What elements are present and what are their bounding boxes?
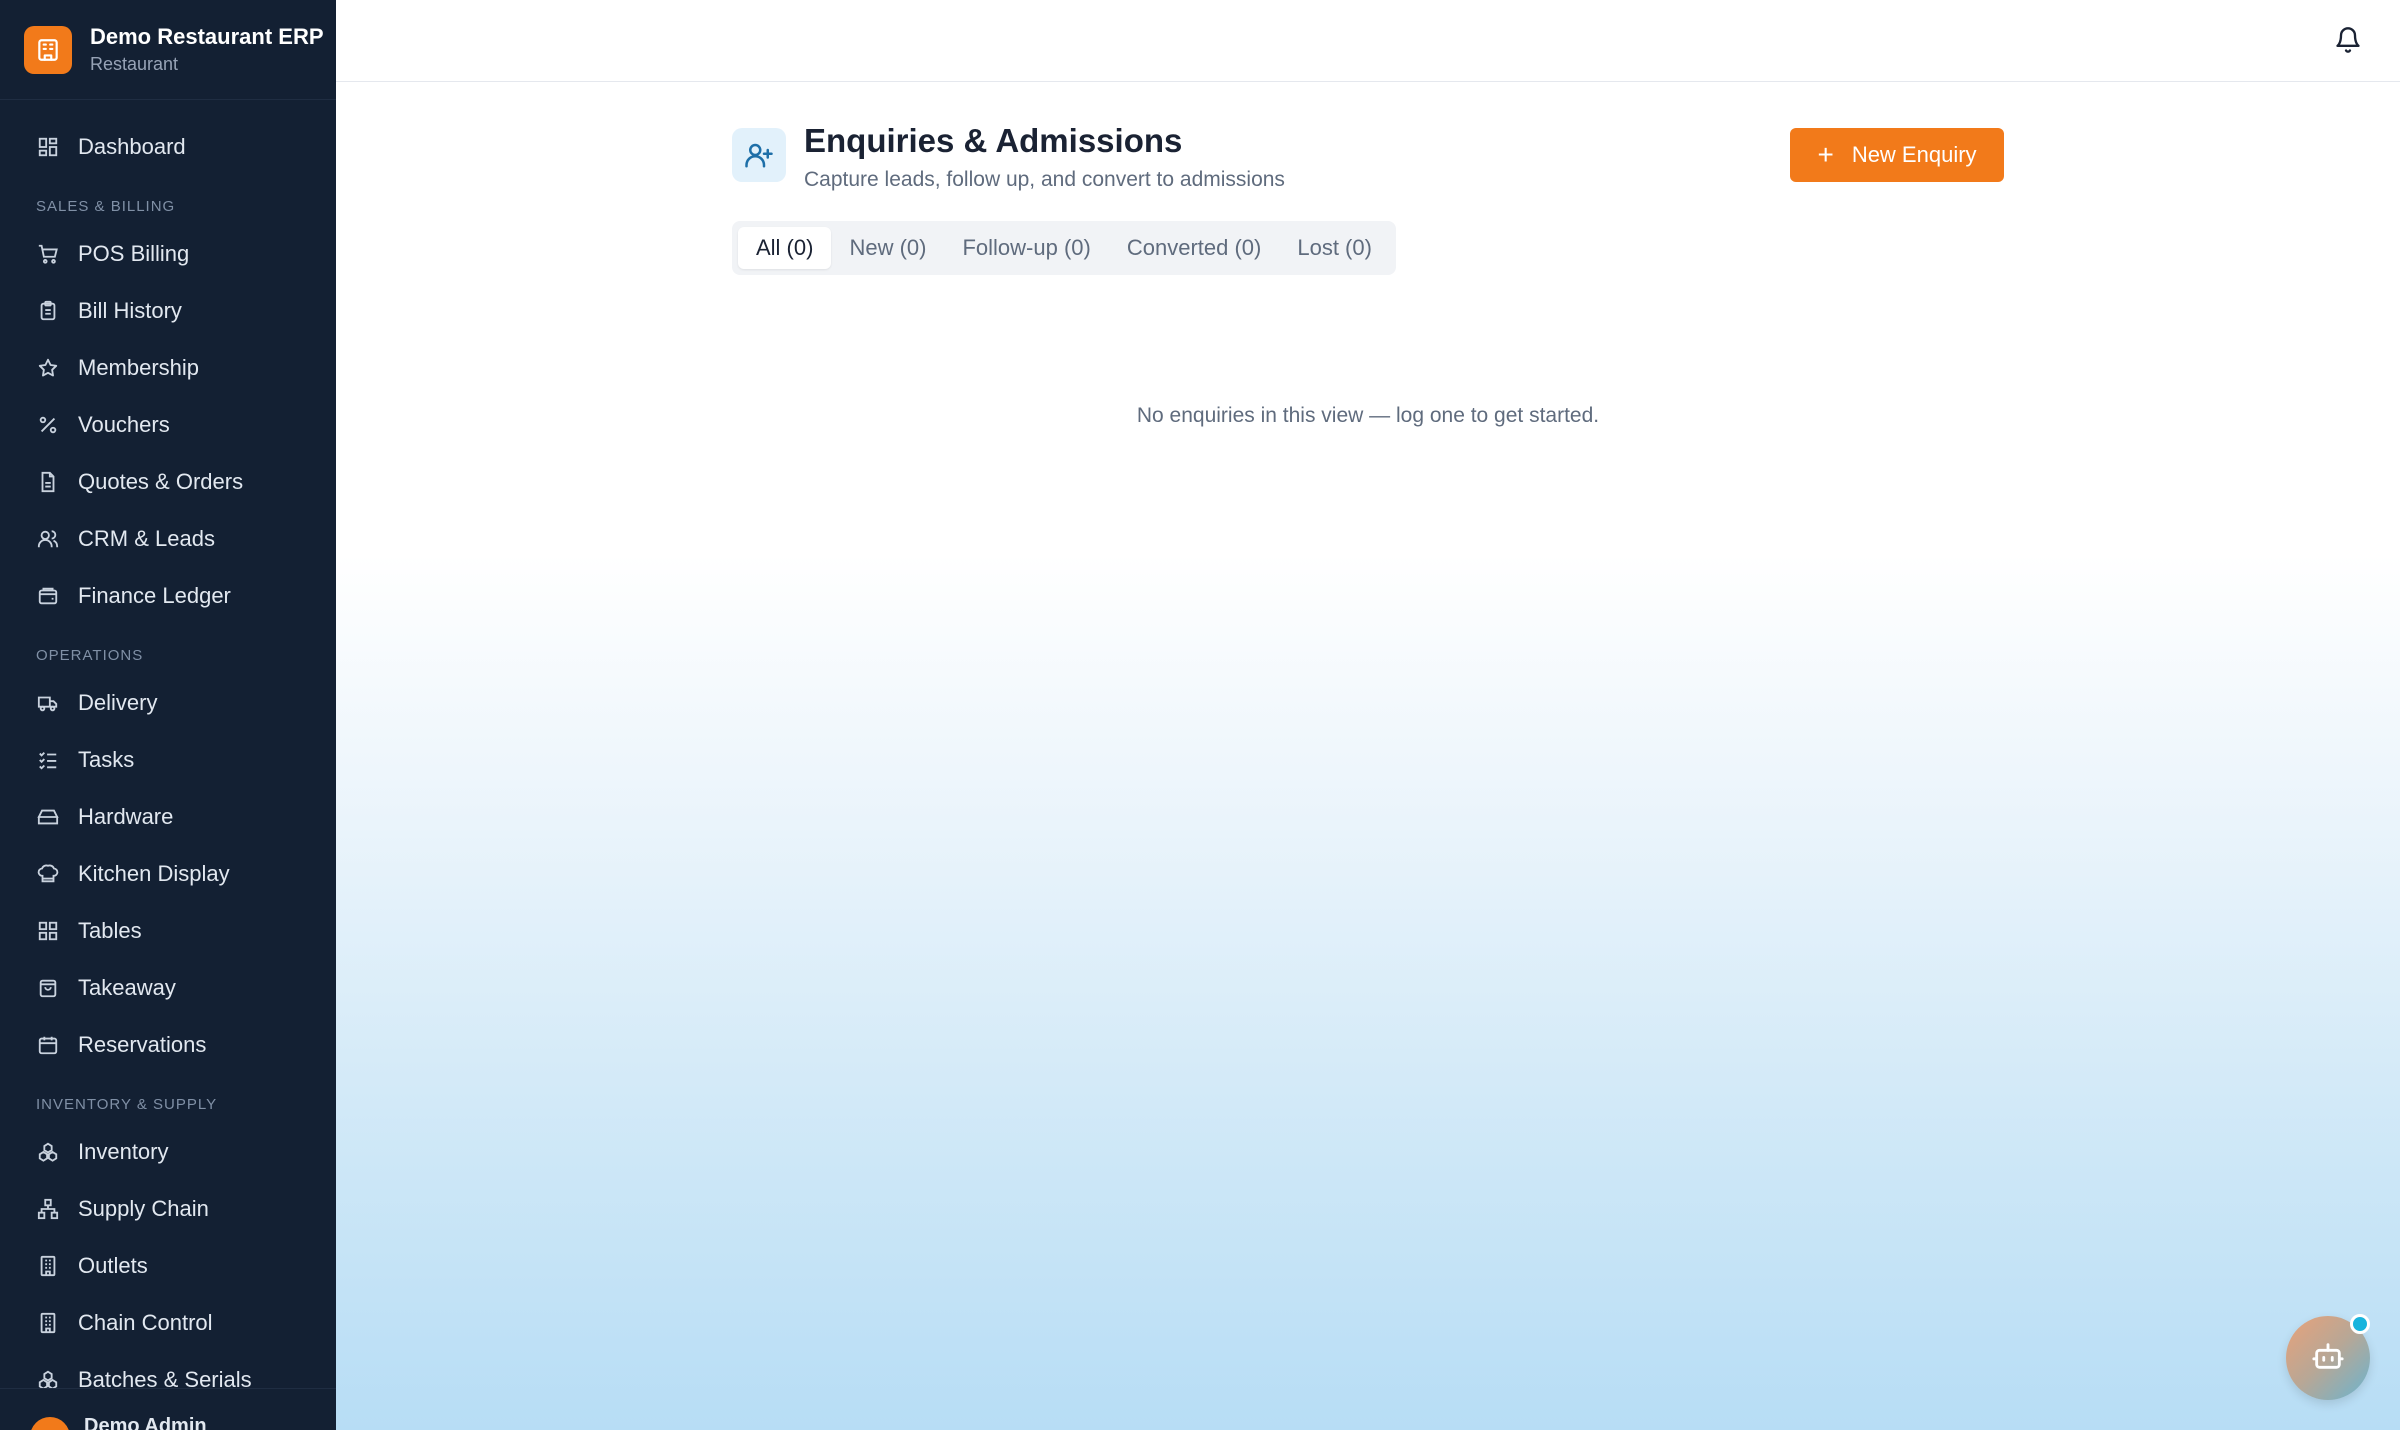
sidebar-item-label: Vouchers <box>78 411 170 437</box>
building-icon <box>36 1254 60 1278</box>
user-profile[interactable]: Demo Admin <box>0 1388 336 1430</box>
sidebar-item-label: Chain Control <box>78 1309 213 1335</box>
sidebar: Demo Restaurant ERP Restaurant Dashboard… <box>0 0 336 1430</box>
sidebar-item-delivery[interactable]: Delivery <box>0 674 336 731</box>
cart-icon <box>36 242 60 266</box>
sidebar-item-outlets[interactable]: Outlets <box>0 1237 336 1294</box>
empty-state-message: No enquiries in this view — log one to g… <box>1136 404 1600 427</box>
sidebar-item-label: Outlets <box>78 1252 148 1278</box>
sidebar-item-crm-leads[interactable]: CRM & Leads <box>0 510 336 567</box>
sidebar-item-kitchen-display[interactable]: Kitchen Display <box>0 845 336 902</box>
sidebar-item-inventory[interactable]: Inventory <box>0 1123 336 1180</box>
document-icon <box>36 470 60 494</box>
sidebar-item-label: Kitchen Display <box>78 860 230 886</box>
sidebar-nav: Dashboard SALES & BILLING POS Billing Bi… <box>0 100 336 1408</box>
building-logo-icon <box>24 25 72 74</box>
sidebar-item-vouchers[interactable]: Vouchers <box>0 396 336 453</box>
sidebar-item-label: POS Billing <box>78 240 190 266</box>
brand[interactable]: Demo Restaurant ERP Restaurant <box>0 0 336 100</box>
sidebar-item-pos-billing[interactable]: POS Billing <box>0 225 336 282</box>
boxes-icon <box>36 1140 60 1164</box>
sidebar-item-supply-chain[interactable]: Supply Chain <box>0 1180 336 1237</box>
sidebar-item-label: Hardware <box>78 803 174 829</box>
sidebar-item-label: Supply Chain <box>78 1195 209 1221</box>
page-header: Enquiries & Admissions Capture leads, fo… <box>732 122 2004 192</box>
users-icon <box>36 527 60 551</box>
sidebar-item-label: Dashboard <box>78 133 186 159</box>
percent-icon <box>36 413 60 437</box>
sidebar-item-chain-control[interactable]: Chain Control <box>0 1294 336 1351</box>
avatar <box>30 1417 70 1430</box>
sidebar-item-finance-ledger[interactable]: Finance Ledger <box>0 567 336 624</box>
tab-follow-up[interactable]: Follow-up (0) <box>944 227 1108 269</box>
sidebar-item-hardware[interactable]: Hardware <box>0 788 336 845</box>
sidebar-item-label: Membership <box>78 354 200 380</box>
calendar-icon <box>36 1033 60 1057</box>
plus-icon: + <box>1817 139 1834 170</box>
bell-icon[interactable] <box>2334 26 2362 54</box>
user-name: Demo Admin <box>84 1415 207 1430</box>
bot-icon <box>2311 1339 2345 1378</box>
sidebar-item-label: Delivery <box>78 689 158 715</box>
sidebar-item-reservations[interactable]: Reservations <box>0 1016 336 1073</box>
sidebar-item-bill-history[interactable]: Bill History <box>0 282 336 339</box>
star-icon <box>36 356 60 380</box>
dashboard-icon <box>36 135 60 159</box>
sidebar-item-label: Takeaway <box>78 974 176 1000</box>
network-icon <box>36 1197 60 1221</box>
tab-all[interactable]: All (0) <box>738 227 832 269</box>
notification-dot <box>2350 1314 2370 1334</box>
sidebar-item-quotes-orders[interactable]: Quotes & Orders <box>0 453 336 510</box>
tab-new[interactable]: New (0) <box>831 227 944 269</box>
sidebar-item-tasks[interactable]: Tasks <box>0 731 336 788</box>
sidebar-item-label: Reservations <box>78 1031 207 1057</box>
grid-icon <box>36 919 60 943</box>
sidebar-item-label: CRM & Leads <box>78 525 215 551</box>
truck-icon <box>36 691 60 715</box>
sidebar-item-dashboard[interactable]: Dashboard <box>0 118 336 175</box>
wallet-icon <box>36 584 60 608</box>
sidebar-item-label: Inventory <box>78 1138 169 1164</box>
checklist-icon <box>36 748 60 772</box>
building-icon <box>36 1311 60 1335</box>
shopping-bag-icon <box>36 976 60 1000</box>
new-enquiry-label: New Enquiry <box>1851 142 1977 167</box>
main-content: Enquiries & Admissions Capture leads, fo… <box>336 82 2400 1430</box>
clipboard-icon <box>36 299 60 323</box>
tab-lost[interactable]: Lost (0) <box>1279 227 1390 269</box>
user-plus-icon <box>732 128 786 182</box>
section-label-operations: OPERATIONS <box>36 647 144 664</box>
brand-subtitle: Restaurant <box>90 54 179 74</box>
sidebar-item-label: Finance Ledger <box>78 582 231 608</box>
brand-title: Demo Restaurant ERP <box>90 24 324 49</box>
status-tabs: All (0) New (0) Follow-up (0) Converted … <box>732 221 1396 275</box>
new-enquiry-button[interactable]: + New Enquiry <box>1790 128 2004 182</box>
top-bar <box>336 0 2400 82</box>
sidebar-item-membership[interactable]: Membership <box>0 339 336 396</box>
section-label-sales-billing: SALES & BILLING <box>36 198 176 215</box>
sidebar-item-label: Quotes & Orders <box>78 468 244 494</box>
page-title: Enquiries & Admissions <box>804 122 1183 159</box>
sidebar-item-label: Tasks <box>78 746 135 772</box>
sidebar-item-tables[interactable]: Tables <box>0 902 336 959</box>
tab-converted[interactable]: Converted (0) <box>1109 227 1280 269</box>
section-label-inventory-supply: INVENTORY & SUPPLY <box>36 1096 218 1113</box>
hard-drive-icon <box>36 805 60 829</box>
page-subtitle: Capture leads, follow up, and convert to… <box>804 168 1285 191</box>
sidebar-item-label: Tables <box>78 917 142 943</box>
sidebar-item-takeaway[interactable]: Takeaway <box>0 959 336 1016</box>
sidebar-item-label: Bill History <box>78 297 182 323</box>
chef-hat-icon <box>36 862 60 886</box>
